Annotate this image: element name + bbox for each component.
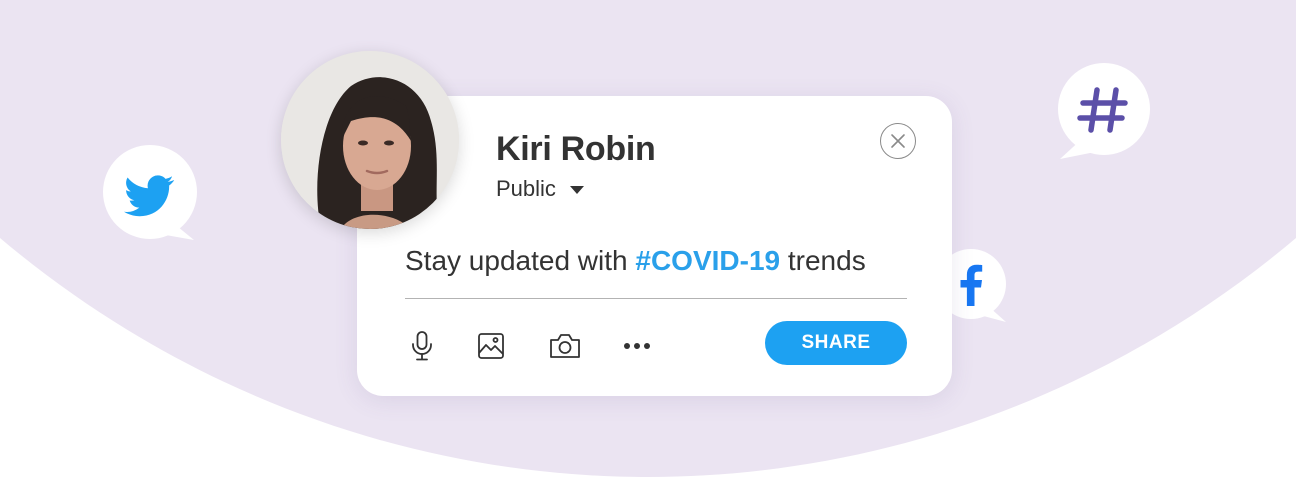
image-button[interactable] — [474, 329, 508, 363]
post-text-lead: Stay updated with — [405, 245, 636, 276]
close-icon — [891, 134, 905, 148]
profile-photo — [281, 51, 459, 229]
close-button[interactable] — [880, 123, 916, 159]
caret-down-icon — [569, 186, 584, 194]
microphone-button[interactable] — [405, 329, 439, 363]
author-name: Kiri Robin — [496, 130, 656, 168]
post-text-input[interactable]: Stay updated with #COVID-19 trends — [405, 245, 866, 277]
hashtag-bubble[interactable] — [1056, 63, 1154, 161]
microphone-icon — [412, 331, 432, 361]
image-icon — [478, 333, 504, 359]
more-options-button[interactable] — [620, 329, 654, 363]
twitter-bubble[interactable] — [102, 144, 200, 244]
avatar — [281, 51, 459, 229]
camera-button[interactable] — [548, 329, 582, 363]
more-icon — [624, 343, 650, 349]
camera-icon — [550, 334, 580, 358]
audience-label: Public — [496, 176, 556, 201]
divider — [405, 298, 907, 299]
post-hashtag[interactable]: #COVID-19 — [635, 245, 780, 276]
audience-dropdown[interactable]: Public — [496, 176, 584, 202]
post-text-tail: trends — [780, 245, 866, 276]
share-button[interactable]: SHARE — [765, 321, 907, 365]
